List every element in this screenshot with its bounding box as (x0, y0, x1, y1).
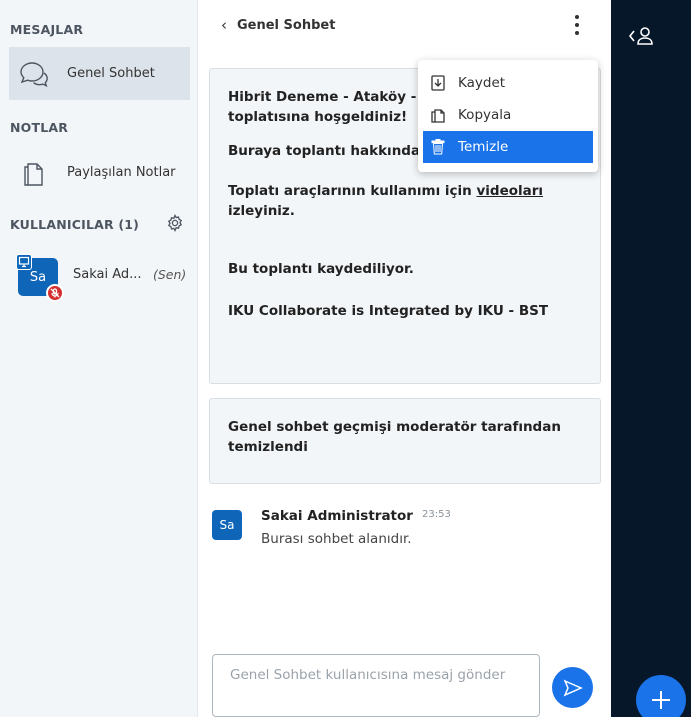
welcome-line1: Hibrit Deneme - Ataköy - (228, 89, 417, 105)
message-sender: Sakai Administrator (261, 508, 413, 524)
menu-item-label: Kopyala (458, 107, 512, 123)
chat-bubbles-icon (17, 61, 51, 87)
more-options-icon[interactable] (570, 12, 584, 38)
add-button[interactable] (636, 675, 686, 717)
chevron-left-icon: ‹ (221, 16, 227, 34)
chat-header: ‹ Genel Sohbet (198, 0, 611, 50)
welcome-line4: Bu toplantı kaydediliyor. (228, 261, 414, 277)
welcome-line5: IKU Collaborate is Integrated by IKU - B… (228, 303, 549, 319)
sidebar-item-public-chat[interactable]: Genel Sohbet (9, 47, 190, 100)
user-toggle-icon[interactable] (627, 24, 657, 48)
presenter-icon (16, 254, 32, 270)
copy-icon (428, 107, 448, 123)
back-button[interactable]: ‹ Genel Sohbet (221, 16, 335, 34)
chat-options-menu: Kaydet Kopyala Temizle (418, 60, 598, 172)
chat-title: Genel Sohbet (237, 17, 336, 33)
avatar: Sa (212, 510, 242, 540)
download-icon (428, 75, 448, 91)
trash-icon (428, 139, 448, 155)
muted-mic-icon (46, 284, 64, 302)
user-list-item[interactable]: Sa Sakai Ad... (Sen) (10, 254, 195, 302)
welcome-line3-post: izleyiniz. (228, 203, 295, 219)
menu-item-label: Kaydet (458, 75, 506, 91)
menu-item-label: Temizle (458, 139, 509, 155)
right-rail (611, 0, 691, 717)
notes-section-title: NOTLAR (10, 120, 69, 135)
messages-section-title: MESAJLAR (10, 22, 84, 37)
send-button[interactable] (552, 667, 593, 708)
menu-item-save[interactable]: Kaydet (418, 67, 598, 99)
sidebar: MESAJLAR Genel Sohbet NOTLAR Paylaşılan … (0, 0, 198, 717)
gear-icon[interactable] (166, 214, 184, 232)
welcome-line1b: toplatısına hoşgeldiniz! (228, 109, 408, 125)
user-name: Sakai Ad... (73, 267, 142, 282)
message-text: Burası sohbet alanıdır. (261, 531, 412, 547)
chat-message: Sa Sakai Administrator 23:53 Burası sohb… (212, 508, 602, 558)
notes-icon (17, 159, 51, 187)
public-chat-label: Genel Sohbet (67, 66, 155, 81)
message-time: 23:53 (422, 509, 451, 520)
sidebar-item-shared-notes[interactable]: Paylaşılan Notlar (9, 146, 190, 199)
shared-notes-label: Paylaşılan Notlar (67, 165, 176, 180)
user-you-label: (Sen) (153, 267, 187, 282)
welcome-line3-pre: Toplatı araçlarının kullanımı için (228, 183, 477, 199)
videos-link[interactable]: videoları (476, 183, 543, 199)
message-input[interactable]: Genel Sohbet kullanıcısına mesaj gönder (212, 654, 540, 717)
avatar-initials: Sa (29, 269, 47, 285)
menu-item-copy[interactable]: Kopyala (418, 99, 598, 131)
cleared-notice: Genel sohbet geçmişi moderatör tarafında… (209, 398, 601, 484)
send-icon (563, 679, 583, 696)
users-section-title: KULLANICILAR (1) (10, 217, 140, 232)
menu-item-clear[interactable]: Temizle (423, 131, 593, 163)
plus-icon (652, 691, 670, 709)
